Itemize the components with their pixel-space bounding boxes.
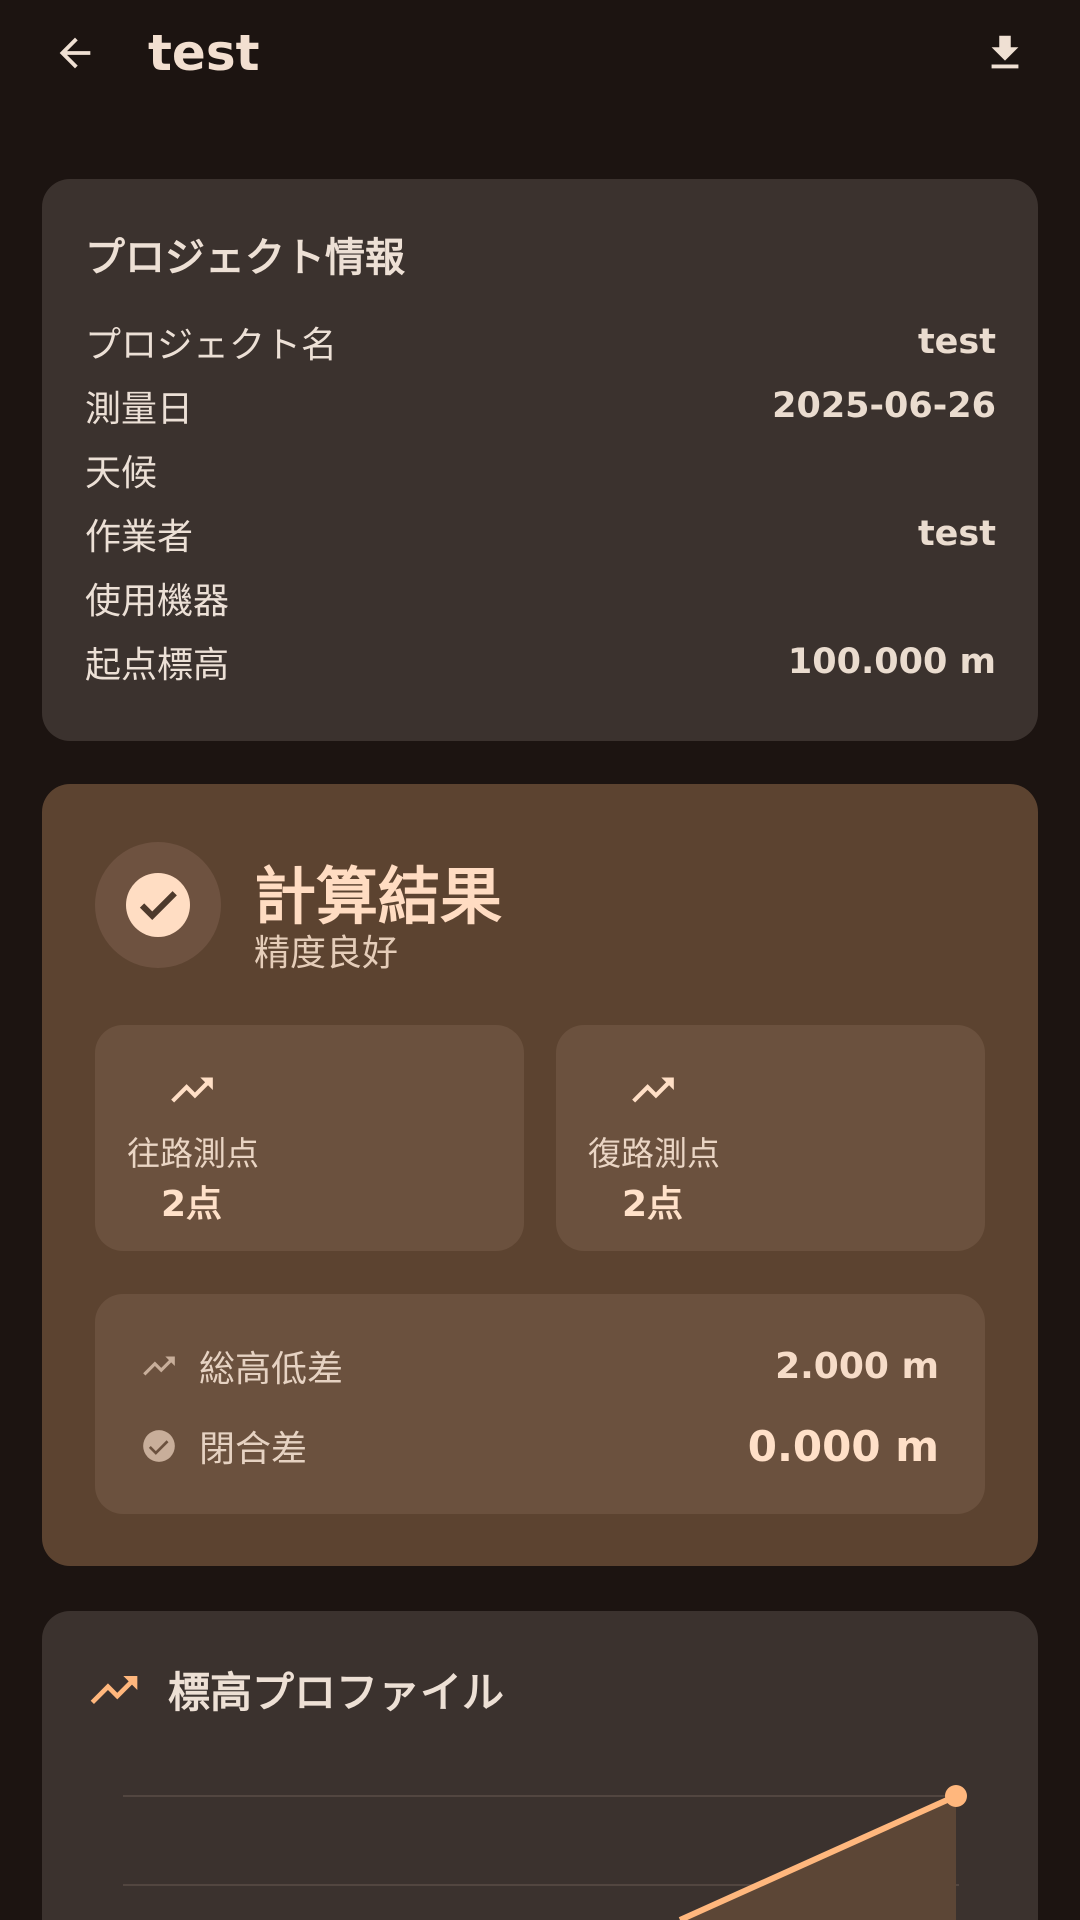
info-row-value: 100.000 m xyxy=(787,642,996,682)
info-row-value: test xyxy=(917,514,996,554)
download-button[interactable] xyxy=(970,18,1040,88)
info-row-label: 作業者 xyxy=(85,517,194,558)
total-height-diff-value: 2.000 m xyxy=(775,1345,939,1387)
profile-header: 標高プロファイル xyxy=(86,1659,504,1720)
backward-points-label: 復路測点 xyxy=(588,1134,720,1173)
closure-error-value: 0.000 m xyxy=(747,1421,939,1471)
closure-error-row: 閉合差 0.000 m xyxy=(139,1411,939,1481)
result-card: 計算結果 精度良好 往路測点 2点 復路測点 2点 総高低差 2.000 m 閉… xyxy=(42,784,1038,1566)
closure-error-label: 閉合差 xyxy=(199,1429,308,1470)
app-screen: test プロジェクト情報 プロジェクト名 test 測量日 2025-06-26 天候… xyxy=(0,0,1080,1920)
info-row-label: プロジェクト名 xyxy=(85,325,338,366)
app-bar: test xyxy=(0,0,1080,110)
result-status-text: 精度良好 xyxy=(254,933,399,974)
project-info-card: プロジェクト情報 プロジェクト名 test 測量日 2025-06-26 天候作業者 te… xyxy=(42,179,1038,741)
info-row: 測量日 2025-06-26 xyxy=(85,374,996,438)
info-row-value: test xyxy=(917,322,996,362)
backward-points-box: 復路測点 2点 xyxy=(556,1025,985,1251)
total-height-diff-label: 総高低差 xyxy=(199,1349,344,1390)
status-badge xyxy=(95,842,221,968)
elevation-profile-card: 標高プロファイル xyxy=(42,1611,1038,1920)
info-row: 天候 xyxy=(85,438,996,502)
info-row: 使用機器 xyxy=(85,566,996,630)
summary-box: 総高低差 2.000 m 閉合差 0.000 m xyxy=(95,1294,985,1514)
info-row-label: 天候 xyxy=(85,453,158,494)
check-circle-icon xyxy=(143,1430,175,1462)
trending-up-icon xyxy=(143,1356,175,1376)
info-row-label: 起点標高 xyxy=(85,645,230,686)
trending-up-icon xyxy=(632,1077,674,1103)
info-row: プロジェクト名 test xyxy=(85,310,996,374)
check-circle-icon xyxy=(139,891,177,921)
back-button[interactable] xyxy=(40,18,110,88)
info-row: 起点標高 100.000 m xyxy=(85,630,996,694)
forward-points-label: 往路測点 xyxy=(127,1134,259,1173)
info-row-value: 2025-06-26 xyxy=(772,386,996,426)
profile-title: 標高プロファイル xyxy=(168,1668,505,1717)
result-title: 計算結果 xyxy=(254,860,503,933)
download-icon xyxy=(991,35,1019,69)
elevation-profile-chart xyxy=(123,1785,967,1920)
info-row: 作業者 test xyxy=(85,502,996,566)
info-row-label: 測量日 xyxy=(85,389,194,430)
backward-points-value: 2点 xyxy=(622,1184,684,1225)
total-height-diff-row: 総高低差 2.000 m xyxy=(139,1331,939,1401)
page-title: test xyxy=(148,24,260,82)
forward-points-value: 2点 xyxy=(161,1184,223,1225)
forward-points-box: 往路測点 2点 xyxy=(95,1025,524,1251)
info-row-label: 使用機器 xyxy=(85,581,230,622)
arrow-back-icon xyxy=(59,37,91,69)
profile-area xyxy=(680,1796,956,1920)
project-info-title: プロジェクト情報 xyxy=(85,235,405,281)
trending-up-icon xyxy=(90,1675,138,1704)
profile-point xyxy=(945,1785,967,1807)
trending-up-icon xyxy=(171,1077,213,1103)
